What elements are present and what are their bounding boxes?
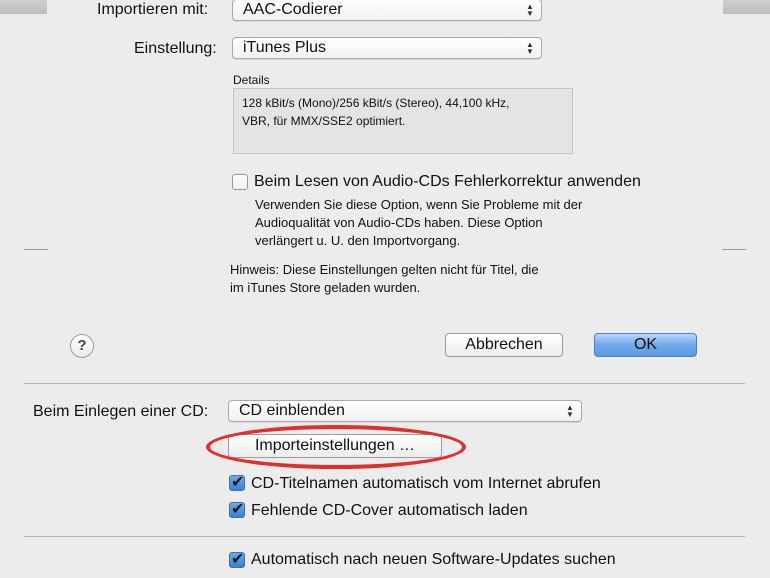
setting-popup[interactable]: iTunes Plus ▲ ▼ [232, 37, 542, 59]
note-line: im iTunes Store geladen wurden. [230, 280, 421, 295]
cd-names-label: CD-Titelnamen automatisch vom Internet a… [251, 475, 601, 492]
window-edge-left [0, 0, 47, 14]
details-label: Details [233, 73, 270, 87]
import-with-label: Importieren mit: [97, 1, 209, 18]
section-separator [24, 536, 745, 537]
error-correction-checkbox[interactable] [232, 174, 248, 190]
highlight-oval [206, 425, 466, 469]
details-box: 128 kBit/s (Mono)/256 kBit/s (Stereo), 4… [233, 88, 573, 154]
setting-value: iTunes Plus [243, 39, 326, 56]
details-line: VBR, für MMX/SSE2 optimiert. [242, 114, 406, 128]
updates-checkbox[interactable] [229, 549, 245, 569]
cd-cover-checkbox[interactable] [229, 499, 245, 519]
window-divider-right [722, 249, 746, 250]
cd-cover-label: Fehlende CD-Cover automatisch laden [251, 502, 528, 519]
import-with-value: AAC-Codierer [243, 1, 343, 18]
insert-cd-popup[interactable]: CD einblenden ▲ ▼ [228, 400, 582, 422]
updates-label: Automatisch nach neuen Software-Updates … [251, 551, 616, 568]
section-separator [24, 383, 745, 384]
cd-names-checkbox[interactable] [229, 472, 245, 492]
help-text-line: verlängert u. U. den Importvorgang. [255, 233, 461, 248]
popup-arrows-icon: ▲ ▼ [526, 2, 534, 18]
setting-label: Einstellung: [134, 40, 217, 57]
window-divider-left [24, 249, 48, 250]
window-edge-right [723, 0, 770, 14]
insert-cd-label: Beim Einlegen einer CD: [33, 403, 209, 420]
popup-arrows-icon: ▲ ▼ [526, 40, 534, 56]
popup-arrows-icon: ▲ ▼ [566, 403, 574, 419]
import-with-popup[interactable]: AAC-Codierer ▲ ▼ [232, 0, 542, 21]
help-text-line: Audioqualität von Audio-CDs haben. Diese… [255, 215, 543, 230]
details-line: 128 kBit/s (Mono)/256 kBit/s (Stereo), 4… [242, 96, 510, 110]
insert-cd-value: CD einblenden [239, 402, 345, 419]
help-button[interactable]: ? [70, 334, 94, 358]
ok-button[interactable]: OK [594, 333, 697, 357]
error-correction-help: Verwenden Sie diese Option, wenn Sie Pro… [255, 196, 582, 250]
error-correction-label: Beim Lesen von Audio-CDs Fehlerkorrektur… [254, 173, 641, 190]
note-line: Hinweis: Diese Einstellungen gelten nich… [230, 262, 539, 277]
note-text: Hinweis: Diese Einstellungen gelten nich… [230, 261, 539, 297]
help-text-line: Verwenden Sie diese Option, wenn Sie Pro… [255, 197, 583, 212]
cancel-button[interactable]: Abbrechen [445, 333, 563, 357]
